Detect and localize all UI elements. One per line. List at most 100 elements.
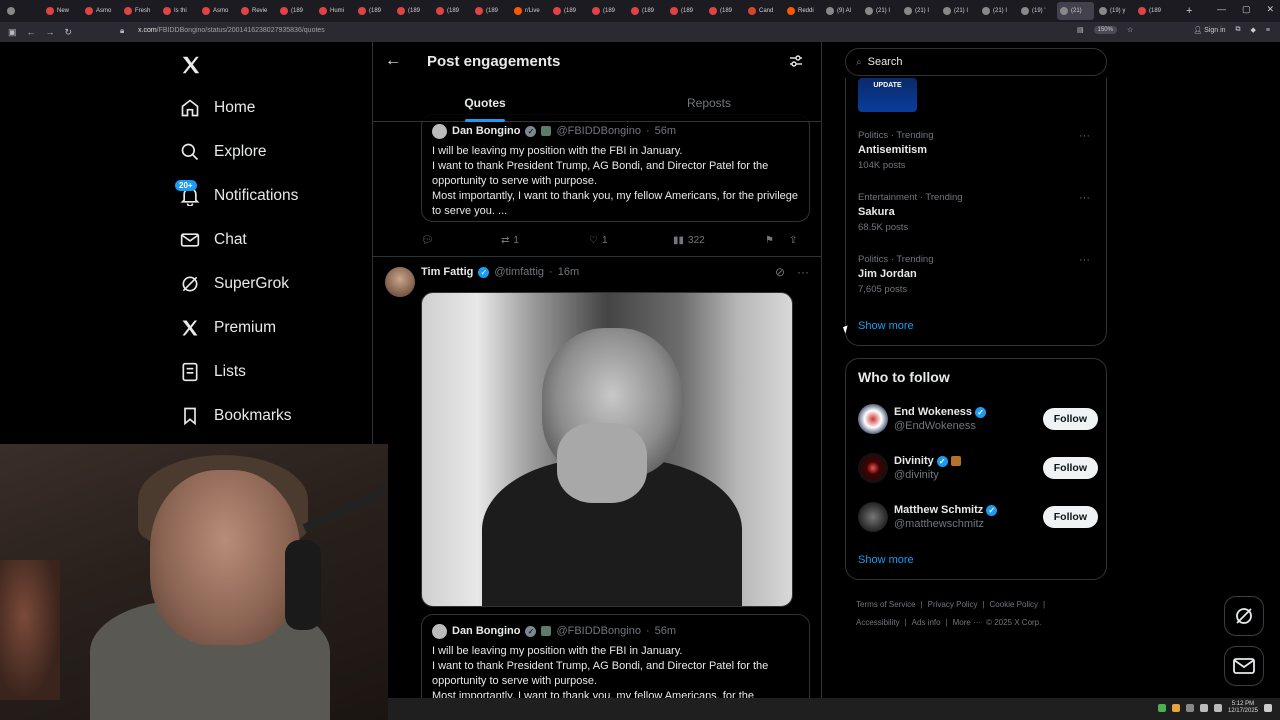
reply-button[interactable]: 💬︎ bbox=[421, 235, 501, 246]
author-name[interactable]: Tim Fattig bbox=[421, 266, 473, 278]
browser-tab[interactable]: (19) y bbox=[1096, 2, 1133, 20]
browser-tab[interactable]: (189 bbox=[589, 2, 626, 20]
menu-icon[interactable]: ≡ bbox=[1266, 27, 1270, 34]
follow-suggestion[interactable]: Matthew Schmitz ✓ @matthewschmitz Follow bbox=[858, 500, 1098, 534]
post-time[interactable]: 16m bbox=[558, 266, 579, 278]
volume-icon[interactable] bbox=[1213, 704, 1222, 712]
sidebar-toggle-icon[interactable]: ▣ bbox=[8, 27, 17, 38]
trend-item[interactable]: Entertainment · Trending Sakura 68.5K po… bbox=[858, 192, 1098, 233]
show-more-trends-link[interactable]: Show more bbox=[858, 320, 914, 332]
browser-tab[interactable]: (189 bbox=[394, 2, 431, 20]
more-icon[interactable]: ··· bbox=[1079, 192, 1090, 204]
browser-tab[interactable]: Is thi bbox=[160, 2, 197, 20]
follow-button[interactable]: Follow bbox=[1042, 506, 1098, 528]
avatar[interactable] bbox=[858, 502, 888, 532]
browser-tab[interactable]: Cand bbox=[745, 2, 782, 20]
browser-tab[interactable]: Fresh bbox=[121, 2, 158, 20]
browser-tab[interactable]: (189 bbox=[628, 2, 665, 20]
more-icon[interactable]: ··· bbox=[1079, 130, 1090, 142]
nav-item-bookmarks[interactable]: Bookmarks bbox=[180, 394, 298, 438]
post-photo[interactable] bbox=[421, 292, 793, 607]
quoted-post-card[interactable]: Dan Bongino ✓ @FBIDDBongino · 56m I will… bbox=[421, 114, 810, 222]
reader-icon[interactable]: ▤ bbox=[1077, 26, 1084, 34]
tab-quotes[interactable]: Quotes bbox=[373, 92, 597, 122]
avatar[interactable] bbox=[858, 453, 888, 483]
star-icon[interactable]: ☆ bbox=[1127, 26, 1133, 34]
author-handle[interactable]: @timfattig bbox=[494, 266, 544, 278]
avatar[interactable] bbox=[858, 404, 888, 434]
nav-item-supergrok[interactable]: SuperGrok bbox=[180, 262, 298, 306]
x-logo-icon[interactable] bbox=[180, 54, 202, 76]
views-button[interactable]: ▮▮ 322 bbox=[673, 235, 765, 246]
browser-tab[interactable]: New bbox=[43, 2, 80, 20]
url-field[interactable]: x.com/FBIDDBongino/status/20014162380279… bbox=[138, 27, 325, 34]
trend-item[interactable]: Politics · Trending Antisemitism 104K po… bbox=[858, 130, 1098, 171]
like-button[interactable]: ♡ 1 bbox=[589, 235, 673, 246]
search-input[interactable]: ⌕ Search bbox=[845, 48, 1107, 76]
footer-link[interactable]: Privacy Policy bbox=[928, 600, 978, 609]
footer-link[interactable]: Accessibility bbox=[856, 618, 900, 627]
update-thumbnail[interactable]: UPDATE bbox=[858, 78, 917, 112]
nav-item-lists[interactable]: Lists bbox=[180, 350, 298, 394]
browser-tab[interactable]: (189 bbox=[355, 2, 392, 20]
close-window-icon[interactable]: ✕ bbox=[1266, 4, 1274, 15]
new-tab-icon[interactable]: + bbox=[1186, 5, 1192, 17]
footer-link[interactable]: © 2025 X Corp. bbox=[986, 618, 1041, 627]
trend-item[interactable]: Politics · Trending Jim Jordan 7,605 pos… bbox=[858, 254, 1098, 295]
browser-tab[interactable] bbox=[4, 2, 41, 20]
signin-button[interactable]: 👤︎ Sign in bbox=[1193, 26, 1225, 34]
browser-tab[interactable]: Humi bbox=[316, 2, 353, 20]
browser-tab[interactable]: (189 bbox=[1135, 2, 1172, 20]
browser-tab[interactable]: (21) I bbox=[862, 2, 899, 20]
browser-tab[interactable]: (189 bbox=[433, 2, 470, 20]
browser-tab[interactable]: r/Live bbox=[511, 2, 548, 20]
browser-tab[interactable]: (21) bbox=[1057, 2, 1094, 20]
browser-tab[interactable]: (19) ' bbox=[1018, 2, 1055, 20]
show-more-follow-link[interactable]: Show more bbox=[858, 554, 914, 566]
grok-fab-button[interactable] bbox=[1224, 596, 1264, 636]
zoom-level[interactable]: 150% bbox=[1093, 26, 1117, 34]
back-arrow-icon[interactable]: ← bbox=[385, 52, 401, 70]
browser-tab[interactable]: (189 bbox=[550, 2, 587, 20]
tray-app-icon[interactable] bbox=[1157, 704, 1166, 712]
more-icon[interactable]: ··· bbox=[1079, 254, 1090, 266]
notification-icon[interactable] bbox=[1264, 704, 1272, 712]
browser-tab[interactable]: Asmo bbox=[82, 2, 119, 20]
nav-item-chat[interactable]: Chat bbox=[180, 218, 298, 262]
browser-tab[interactable]: (21) I bbox=[979, 2, 1016, 20]
footer-link[interactable]: More ··· bbox=[953, 618, 981, 627]
nav-item-home[interactable]: Home bbox=[180, 86, 298, 130]
bookmark-button[interactable]: ⚑ bbox=[765, 235, 789, 246]
browser-tab[interactable]: Reddi bbox=[784, 2, 821, 20]
follow-suggestion[interactable]: Divinity ✓ @divinity Follow bbox=[858, 451, 1098, 485]
tray-app-icon[interactable] bbox=[1171, 704, 1180, 712]
forward-icon[interactable]: → bbox=[46, 27, 55, 38]
minimize-icon[interactable]: — bbox=[1217, 4, 1226, 15]
repost-button[interactable]: ⇄ 1 bbox=[501, 235, 589, 246]
share-button[interactable]: ⇪ bbox=[789, 235, 797, 246]
follow-button[interactable]: Follow bbox=[1042, 457, 1098, 479]
maximize-icon[interactable]: ▢ bbox=[1242, 4, 1251, 15]
browser-tab[interactable]: (21) I bbox=[940, 2, 977, 20]
browser-tab[interactable]: (189 bbox=[472, 2, 509, 20]
footer-link[interactable]: Cookie Policy bbox=[990, 600, 1038, 609]
footer-link[interactable]: Ads info bbox=[912, 618, 941, 627]
browser-tab[interactable]: (189 bbox=[706, 2, 743, 20]
extension-icon[interactable]: ⧉ bbox=[1236, 26, 1241, 34]
avatar[interactable] bbox=[385, 267, 415, 297]
back-icon[interactable]: ← bbox=[27, 27, 36, 38]
filter-icon[interactable] bbox=[789, 54, 803, 68]
network-icon[interactable] bbox=[1199, 704, 1208, 712]
follow-suggestion[interactable]: End Wokeness ✓ @EndWokeness Follow bbox=[858, 402, 1098, 436]
browser-tab[interactable]: (189 bbox=[277, 2, 314, 20]
browser-tab[interactable]: Revie bbox=[238, 2, 275, 20]
messages-fab-button[interactable] bbox=[1224, 646, 1264, 686]
nav-item-explore[interactable]: Explore bbox=[180, 130, 298, 174]
tab-reposts[interactable]: Reposts bbox=[597, 92, 821, 122]
browser-tab[interactable]: (9) Al bbox=[823, 2, 860, 20]
follow-button[interactable]: Follow bbox=[1042, 408, 1098, 430]
tray-app-icon[interactable] bbox=[1185, 704, 1194, 712]
browser-tab[interactable]: (189 bbox=[667, 2, 704, 20]
more-icon[interactable]: ··· bbox=[797, 265, 809, 279]
extension-icon-2[interactable]: ◆ bbox=[1251, 26, 1256, 34]
